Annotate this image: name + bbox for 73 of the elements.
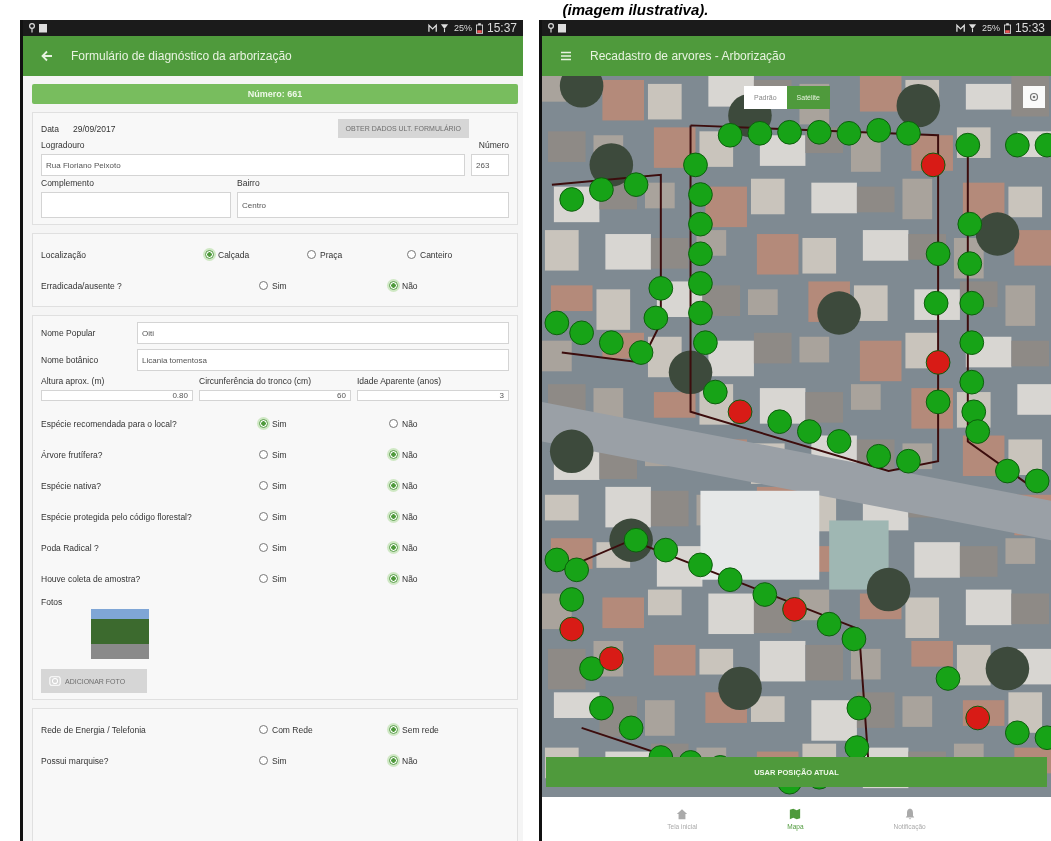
- radio-option[interactable]: Não: [389, 449, 418, 460]
- radio-option[interactable]: Sim: [259, 449, 287, 460]
- number-banner: Número: 661: [32, 84, 518, 104]
- question-label: Possui marquise?: [41, 755, 110, 766]
- radio-option[interactable]: Canteiro: [407, 249, 453, 260]
- radio-option[interactable]: Sim: [259, 280, 287, 291]
- field-label: Complemento: [41, 178, 95, 188]
- text-field[interactable]: Oiti: [137, 322, 509, 344]
- field-label: Logradouro: [41, 140, 86, 150]
- field-label: Nome Popular: [41, 328, 97, 338]
- radio-option[interactable]: Não: [389, 480, 418, 491]
- battery-percent: 25%: [981, 23, 1000, 33]
- battery-icon: [475, 22, 483, 34]
- bell-icon: [903, 808, 916, 820]
- section-label: Fotos: [41, 597, 64, 607]
- text-field[interactable]: Licania tomentosa: [137, 349, 509, 371]
- radio-option[interactable]: Sim: [259, 755, 287, 766]
- menu-icon[interactable]: [560, 50, 572, 62]
- field-label: Número: [477, 140, 509, 150]
- figure-caption: (imagem ilustrativa).: [561, 0, 710, 20]
- radio-option[interactable]: Não: [389, 418, 418, 429]
- number-field[interactable]: 60: [199, 390, 351, 401]
- radio-option[interactable]: Sem rede: [389, 724, 439, 735]
- radio-option[interactable]: Não: [389, 511, 418, 522]
- screen-title: Recadastro de arvores - Arborização: [590, 49, 786, 63]
- clock-time: 15:37: [486, 21, 517, 35]
- radio-option[interactable]: Praça: [307, 249, 343, 260]
- question-label: Espécie nativa?: [41, 480, 102, 491]
- signal-icons: [427, 23, 450, 33]
- photo-placeholder[interactable]: [91, 609, 149, 659]
- radio-option[interactable]: Sim: [259, 542, 287, 553]
- question-label: Houve coleta de amostra?: [41, 573, 142, 584]
- radio-option[interactable]: Não: [389, 280, 418, 291]
- back-arrow-icon[interactable]: [41, 50, 53, 62]
- radio-option[interactable]: Calçada: [205, 249, 250, 260]
- field-label: Idade Aparente (anos): [357, 376, 443, 386]
- locate-icon[interactable]: [1023, 86, 1045, 108]
- question-label: Rede de Energia / Telefonia: [41, 724, 147, 735]
- text-field[interactable]: 263: [471, 154, 509, 176]
- question-label: Erradicada/ausente ?: [41, 280, 123, 291]
- field-label: Bairro: [237, 178, 261, 188]
- signal-icons: [955, 23, 978, 33]
- field-label: Altura aprox. (m): [41, 376, 106, 386]
- number-field[interactable]: 3: [357, 390, 509, 401]
- question-label: Poda Radical ?: [41, 542, 100, 553]
- radio-option[interactable]: Não: [389, 573, 418, 584]
- number-field[interactable]: 0.80: [41, 390, 193, 401]
- date-value: 29/09/2017: [72, 123, 116, 134]
- home-icon: [676, 808, 689, 820]
- radio-option[interactable]: Com Rede: [259, 724, 313, 735]
- field-label: Circunferência do tronco (cm): [199, 376, 312, 386]
- satellite-map-drawing[interactable]: [542, 76, 1051, 797]
- radio-option[interactable]: Sim: [259, 418, 287, 429]
- camera-icon: [49, 675, 61, 687]
- clock-time: 15:33: [1014, 21, 1045, 35]
- question-label: Espécie protegida pelo código florestal?: [41, 511, 193, 522]
- battery-percent: 25%: [453, 23, 472, 33]
- question-label: Espécie recomendada para o local?: [41, 418, 178, 429]
- field-label: Nome botânico: [41, 355, 100, 365]
- radio-option[interactable]: Não: [389, 755, 418, 766]
- radio-option[interactable]: Sim: [259, 511, 287, 522]
- field-label: Data: [41, 123, 59, 134]
- map-icon: [789, 808, 802, 820]
- question-label: Localização: [41, 249, 87, 260]
- radio-option[interactable]: Sim: [259, 573, 287, 584]
- text-field[interactable]: Centro: [237, 192, 509, 218]
- radio-option[interactable]: Não: [389, 542, 418, 553]
- question-label: Árvore frutífera?: [41, 449, 104, 460]
- battery-icon: [1003, 22, 1011, 34]
- radio-option[interactable]: Sim: [259, 480, 287, 491]
- text-field[interactable]: Rua Floriano Peixoto: [41, 154, 465, 176]
- text-field[interactable]: [41, 192, 231, 218]
- screen-title: Formulário de diagnóstico da arborização: [71, 49, 292, 63]
